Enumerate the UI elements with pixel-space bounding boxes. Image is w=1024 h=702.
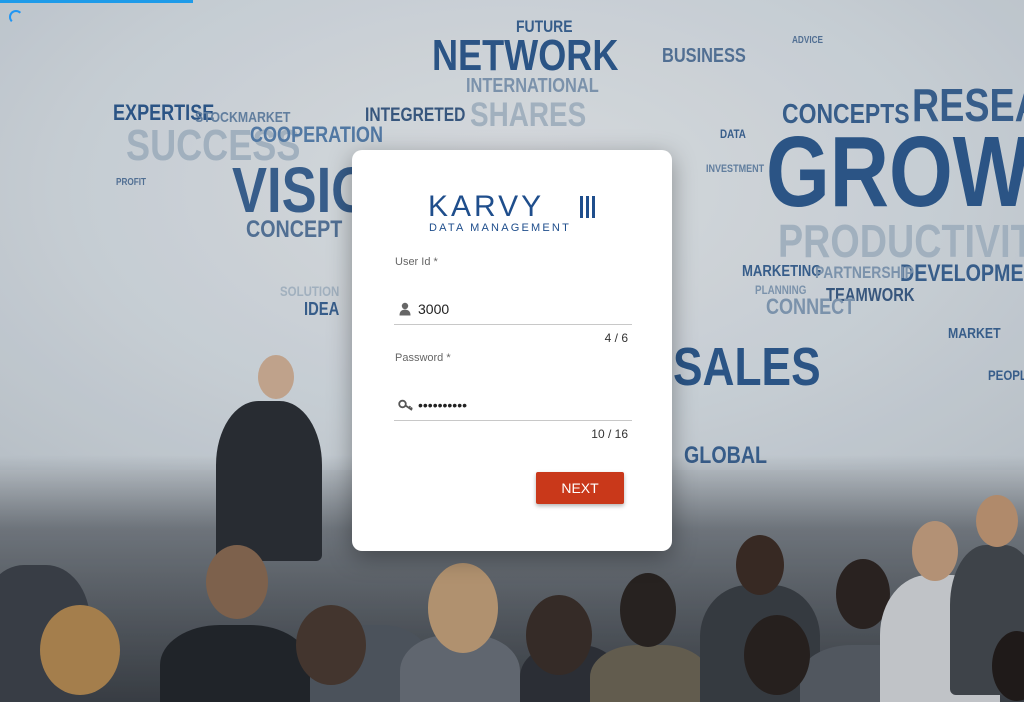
loading-spinner-icon (9, 10, 23, 24)
user-id-label: User Id * (395, 256, 438, 268)
user-id-counter: 4 / 6 (604, 331, 628, 345)
user-id-input[interactable] (418, 298, 628, 320)
loading-progress-bar (0, 0, 193, 3)
password-field[interactable] (394, 392, 632, 421)
logo-wordmark: KARVY (428, 190, 545, 223)
password-label: Password * (395, 352, 451, 364)
user-id-field[interactable] (394, 296, 632, 325)
login-card: KARVY DATA MANAGEMENT User Id * 4 / 6 Pa… (352, 150, 672, 551)
password-counter: 10 / 16 (591, 427, 628, 441)
login-page: GROWTH DEVELOPMENT PRODUCTIVITY FUTURE I… (0, 0, 1024, 702)
logo-tagline: DATA MANAGEMENT (429, 222, 571, 234)
password-input[interactable] (418, 394, 628, 416)
karvy-logo: KARVY DATA MANAGEMENT (428, 192, 598, 236)
key-icon (398, 398, 413, 412)
user-icon (398, 302, 412, 316)
next-button[interactable]: NEXT (536, 472, 624, 504)
logo-bars-icon (580, 196, 596, 218)
